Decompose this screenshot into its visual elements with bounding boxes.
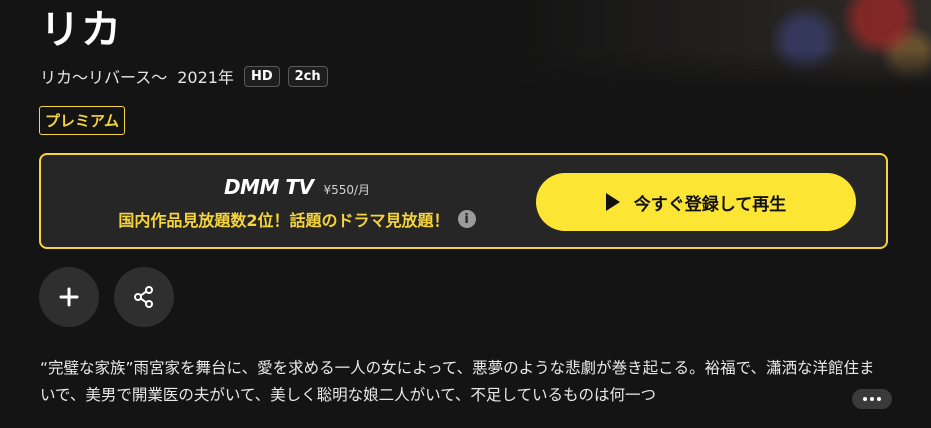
share-button[interactable]	[114, 267, 174, 327]
promo-text: 国内作品見放題数2位！話題のドラマ見放題！	[118, 211, 450, 230]
dmm-tv-logo: DMM TV	[223, 175, 314, 199]
promo-row: 国内作品見放題数2位！話題のドラマ見放題！ i	[77, 207, 517, 231]
plan-price: ¥550/月	[323, 183, 371, 197]
plus-icon	[59, 287, 79, 307]
subscribe-play-button[interactable]: 今すぐ登録して再生	[536, 173, 856, 231]
title-detail-page: リカ リカ〜リバース〜 2021年 HD 2ch プレミアム DMM TV ¥5…	[0, 0, 931, 428]
subtitle: リカ〜リバース〜	[40, 68, 168, 87]
premium-badge: プレミアム	[39, 106, 125, 135]
share-icon	[134, 286, 153, 308]
subscription-panel: DMM TV ¥550/月 国内作品見放題数2位！話題のドラマ見放題！ i 今す…	[39, 153, 888, 249]
hd-badge: HD	[243, 65, 280, 87]
brand-row: DMM TV ¥550/月	[77, 175, 517, 199]
release-year: 2021年	[177, 68, 234, 87]
subscribe-play-label: 今すぐ登録して再生	[633, 194, 787, 215]
meta-row: リカ〜リバース〜 2021年 HD 2ch	[40, 64, 328, 88]
plan-info: DMM TV ¥550/月 国内作品見放題数2位！話題のドラマ見放題！ i	[77, 175, 517, 231]
more-icon[interactable]	[852, 389, 892, 409]
add-to-list-button[interactable]	[39, 267, 99, 327]
info-icon[interactable]: i	[457, 210, 476, 228]
page-title: リカ	[40, 7, 122, 53]
synopsis-text: “完璧な家族”雨宮家を舞台に、愛を求める一人の女によって、悪夢のような悲劇が巻き…	[40, 359, 875, 404]
hero-image	[511, 0, 931, 90]
play-icon	[605, 193, 620, 211]
audio-badge: 2ch	[287, 65, 328, 87]
